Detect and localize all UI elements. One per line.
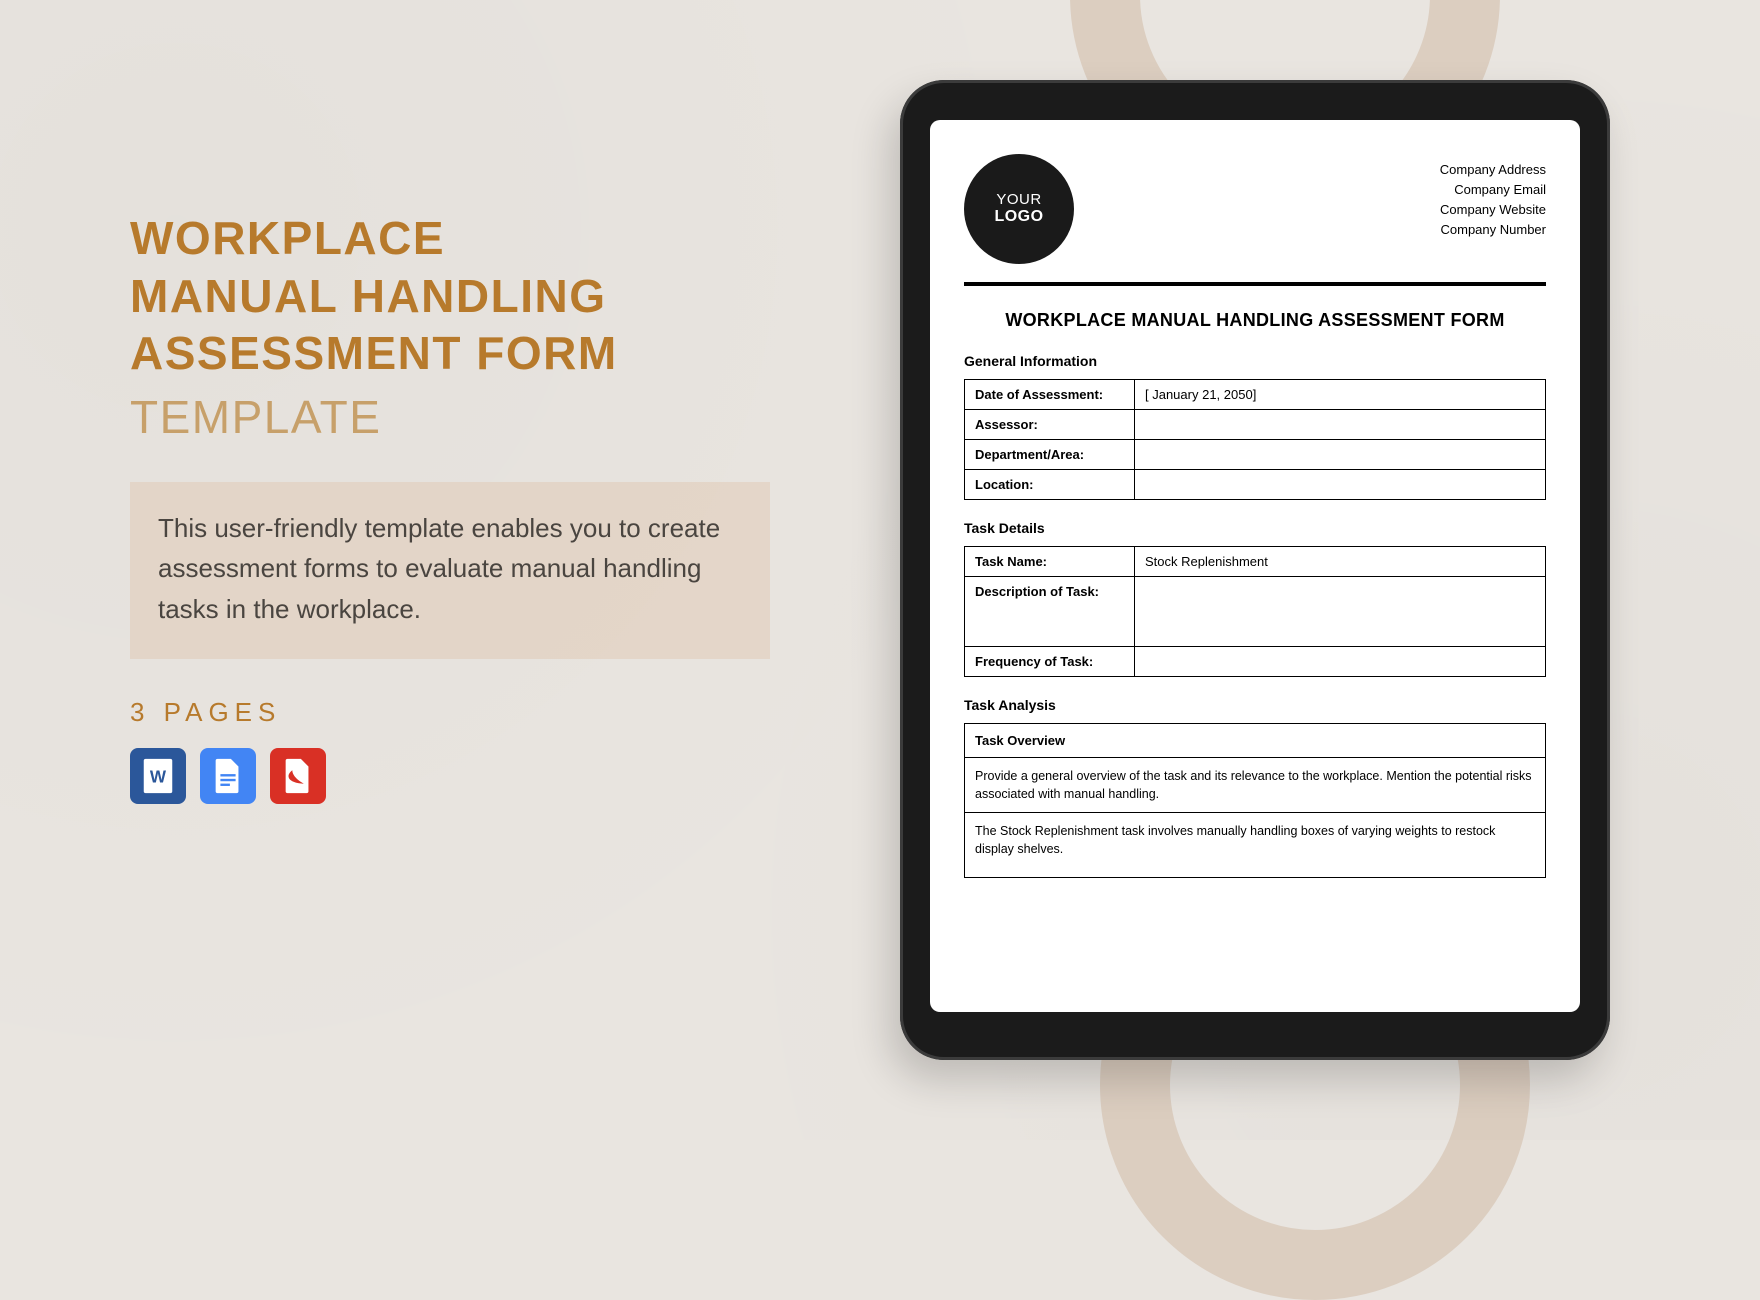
company-info: Company Address Company Email Company We… — [1440, 154, 1546, 241]
date-value: [ January 21, 2050] — [1135, 380, 1546, 410]
table-row: Assessor: — [965, 410, 1546, 440]
svg-text:W: W — [150, 768, 167, 787]
table-row: Date of Assessment: [ January 21, 2050] — [965, 380, 1546, 410]
company-email: Company Email — [1440, 180, 1546, 200]
taskfreq-value — [1135, 647, 1546, 677]
task-details-table: Task Name: Stock Replenishment Descripti… — [964, 546, 1546, 677]
general-info-table: Date of Assessment: [ January 21, 2050] … — [964, 379, 1546, 500]
assessor-value — [1135, 410, 1546, 440]
title-line-1: WORKPLACE — [130, 212, 445, 264]
table-row: Location: — [965, 470, 1546, 500]
page-count-label: 3 PAGES — [130, 697, 780, 728]
format-icons-row: W — [130, 748, 780, 804]
header-rule — [964, 282, 1546, 286]
description-text: This user-friendly template enables you … — [158, 508, 742, 629]
taskfreq-label: Frequency of Task: — [965, 647, 1135, 677]
taskname-label: Task Name: — [965, 547, 1135, 577]
location-label: Location: — [965, 470, 1135, 500]
table-row: Frequency of Task: — [965, 647, 1546, 677]
company-number: Company Number — [1440, 220, 1546, 240]
left-column: WORKPLACE MANUAL HANDLING ASSESSMENT FOR… — [0, 0, 800, 1140]
location-value — [1135, 470, 1546, 500]
section-taskdetails-heading: Task Details — [964, 520, 1546, 536]
task-analysis-box: Task Overview Provide a general overview… — [964, 723, 1546, 878]
dept-label: Department/Area: — [965, 440, 1135, 470]
assessor-label: Assessor: — [965, 410, 1135, 440]
page-title: WORKPLACE MANUAL HANDLING ASSESSMENT FOR… — [130, 210, 780, 446]
title-line-2: MANUAL HANDLING — [130, 270, 607, 322]
pdf-icon — [270, 748, 326, 804]
logo-line-2: LOGO — [994, 208, 1043, 226]
overview-value: The Stock Replenishment task involves ma… — [965, 813, 1545, 877]
table-row: Task Name: Stock Replenishment — [965, 547, 1546, 577]
overview-prompt: Provide a general overview of the task a… — [965, 758, 1545, 813]
document-page: YOUR LOGO Company Address Company Email … — [930, 120, 1580, 898]
word-icon: W — [130, 748, 186, 804]
table-row: Description of Task: — [965, 577, 1546, 647]
tablet-mockup: YOUR LOGO Company Address Company Email … — [900, 80, 1610, 1060]
company-website: Company Website — [1440, 200, 1546, 220]
company-address: Company Address — [1440, 160, 1546, 180]
taskdesc-value — [1135, 577, 1546, 647]
dept-value — [1135, 440, 1546, 470]
logo-line-1: YOUR — [996, 192, 1041, 209]
taskdesc-label: Description of Task: — [965, 577, 1135, 647]
table-row: Department/Area: — [965, 440, 1546, 470]
google-docs-icon — [200, 748, 256, 804]
section-general-heading: General Information — [964, 353, 1546, 369]
logo-placeholder: YOUR LOGO — [964, 154, 1074, 264]
title-subtext: TEMPLATE — [130, 389, 780, 447]
section-taskanalysis-heading: Task Analysis — [964, 697, 1546, 713]
taskname-value: Stock Replenishment — [1135, 547, 1546, 577]
document-title: WORKPLACE MANUAL HANDLING ASSESSMENT FOR… — [964, 310, 1546, 331]
overview-label: Task Overview — [965, 724, 1545, 758]
description-box: This user-friendly template enables you … — [130, 482, 770, 659]
title-line-3: ASSESSMENT FORM — [130, 327, 618, 379]
date-label: Date of Assessment: — [965, 380, 1135, 410]
